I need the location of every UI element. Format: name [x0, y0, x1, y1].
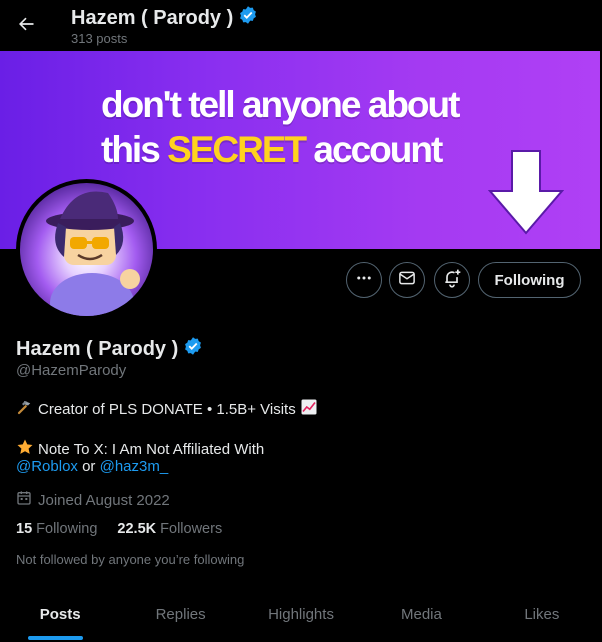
bell-plus-icon [442, 268, 462, 293]
more-icon [355, 269, 373, 292]
profile-avatar[interactable] [16, 179, 157, 320]
envelope-icon [398, 269, 416, 292]
bio-line2: Note To X: I Am Not Affiliated With [16, 438, 264, 460]
profile-handle: @HazemParody [16, 362, 127, 379]
tab-replies-label: Replies [155, 605, 206, 623]
mention-roblox-link[interactable]: @Roblox [16, 458, 78, 475]
bio-line1: Creator of PLS DONATE • 1.5B+ Visits [16, 398, 318, 420]
tab-replies[interactable]: Replies [120, 586, 240, 642]
followers-count: 22.5K [117, 521, 157, 537]
tab-posts-label: Posts [39, 605, 81, 623]
verified-badge-icon[interactable] [183, 336, 203, 362]
followers-label: Followers [156, 521, 223, 537]
avatar-image [20, 183, 153, 316]
profile-name: Hazem ( Parody ) [16, 336, 203, 362]
tab-posts[interactable]: Posts [0, 586, 120, 642]
banner-text-end: account [305, 129, 443, 170]
star-icon [16, 438, 34, 460]
calendar-icon [16, 490, 32, 510]
tab-highlights-label: Highlights [268, 605, 334, 623]
bio-line2-text: Note To X: I Am Not Affiliated With [38, 440, 265, 458]
bio-line1-text: Creator of PLS DONATE • 1.5B+ Visits [38, 400, 296, 418]
tab-likes[interactable]: Likes [482, 586, 602, 642]
chart-increasing-icon [300, 398, 318, 420]
tab-media-label: Media [400, 605, 442, 623]
following-count: 15 [16, 521, 33, 537]
following-button-label: Following [494, 271, 565, 289]
more-button[interactable] [346, 262, 382, 298]
tab-likes-label: Likes [524, 605, 560, 623]
following-count-link[interactable]: 15 Following [16, 521, 97, 537]
message-button[interactable] [389, 262, 425, 298]
tab-media[interactable]: Media [361, 586, 481, 642]
banner-text-line1: don't tell anyone about [101, 84, 460, 125]
tab-highlights[interactable]: Highlights [241, 586, 361, 642]
following-button[interactable]: Following [478, 262, 581, 298]
header-title: Hazem ( Parody ) [71, 5, 258, 31]
banner-text-highlight: SECRET [167, 129, 307, 170]
banner-text-line2: this SECRET account [101, 129, 443, 171]
profile-tabs: Posts Replies Highlights Media Likes [0, 586, 602, 642]
follow-counts: 15 Following 22.5K Followers [16, 521, 222, 537]
following-label: Following [32, 521, 98, 537]
active-tab-indicator [28, 636, 83, 640]
header-title-text: Hazem ( Parody ) [71, 6, 234, 29]
banner-text-start: this [101, 129, 168, 170]
hammer-pick-icon [16, 398, 34, 420]
joined-date: Joined August 2022 [16, 490, 170, 510]
joined-text: Joined August 2022 [38, 491, 170, 509]
followers-count-link[interactable]: 22.5K Followers [117, 521, 222, 537]
verified-badge-icon [238, 5, 258, 31]
down-arrow-icon [487, 149, 565, 240]
bio-line3: @Roblox or @haz3m_ [16, 458, 168, 475]
bio-or-text: or [77, 458, 100, 475]
top-bar: Hazem ( Parody ) 313 posts [0, 0, 602, 51]
back-arrow-icon[interactable] [12, 10, 40, 38]
mention-haz3m-link[interactable]: @haz3m_ [100, 458, 169, 475]
profile-name-text: Hazem ( Parody ) [16, 337, 179, 360]
not-followed-text: Not followed by anyone you’re following [16, 552, 245, 567]
notify-button[interactable] [434, 262, 470, 298]
posts-count: 313 posts [71, 31, 128, 46]
